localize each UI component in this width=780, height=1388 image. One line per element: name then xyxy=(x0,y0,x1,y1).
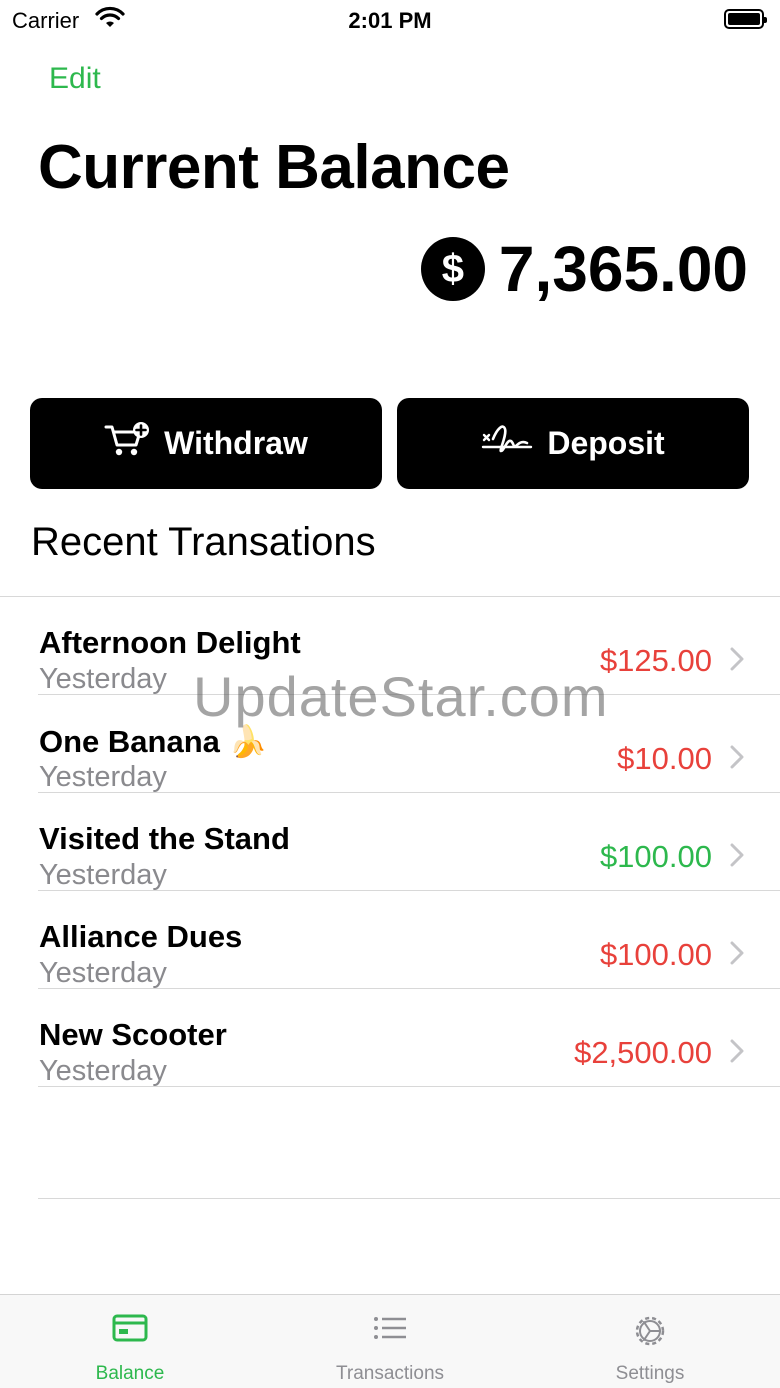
transaction-date: Yesterday xyxy=(39,663,167,695)
transaction-name: New Scooter xyxy=(39,1017,227,1052)
battery-icon xyxy=(724,9,767,29)
gear-icon xyxy=(632,1313,668,1354)
transaction-name: Visited the Stand xyxy=(39,821,290,856)
tab-bar: Balance Transactions Settings xyxy=(0,1294,780,1388)
transaction-date: Yesterday xyxy=(39,761,167,793)
chevron-right-icon xyxy=(730,1039,744,1068)
withdraw-button[interactable]: Withdraw xyxy=(30,398,382,489)
section-title: Recent Transations xyxy=(31,520,376,564)
table-row[interactable]: Alliance Dues Yesterday $100.00 xyxy=(38,891,780,989)
balance-display: $ 7,365.00 xyxy=(420,232,748,306)
tab-label: Balance xyxy=(95,1363,165,1384)
cart-plus-icon xyxy=(104,421,164,467)
status-time: 2:01 PM xyxy=(348,8,432,33)
withdraw-label: Withdraw xyxy=(164,425,308,461)
tab-transactions[interactable]: Transactions xyxy=(260,1295,520,1388)
deposit-label: Deposit xyxy=(547,425,665,461)
transaction-amount: $125.00 xyxy=(599,643,712,678)
tab-settings[interactable]: Settings xyxy=(520,1295,780,1388)
dollar-circle-icon: $ xyxy=(420,237,485,301)
transaction-date: Yesterday xyxy=(39,957,167,989)
table-row[interactable]: New Scooter Yesterday $2,500.00 xyxy=(38,989,780,1087)
transaction-amount: $100.00 xyxy=(599,937,712,972)
tab-label: Settings xyxy=(615,1363,685,1384)
chevron-right-icon xyxy=(730,745,744,774)
status-bar: Carrier 2:01 PM xyxy=(0,0,780,40)
transaction-date: Yesterday xyxy=(39,1055,167,1087)
transaction-name: Afternoon Delight xyxy=(39,625,301,660)
transaction-date: Yesterday xyxy=(39,859,167,891)
chevron-right-icon xyxy=(730,941,744,970)
edit-button[interactable]: Edit xyxy=(49,62,101,96)
chevron-right-icon xyxy=(730,843,744,872)
tab-balance[interactable]: Balance xyxy=(0,1295,260,1388)
transaction-amount: $100.00 xyxy=(599,839,712,874)
empty-row-divider xyxy=(38,1198,780,1199)
tab-label: Transactions xyxy=(335,1363,445,1384)
signature-icon xyxy=(481,421,547,467)
deposit-button[interactable]: Deposit xyxy=(397,398,749,489)
chevron-right-icon xyxy=(730,647,744,676)
card-icon xyxy=(112,1313,148,1348)
watermark: UpdateStar.com xyxy=(193,665,609,728)
transaction-amount: $10.00 xyxy=(617,741,712,776)
list-icon xyxy=(372,1313,408,1348)
page-title: Current Balance xyxy=(38,133,510,202)
balance-amount: 7,365.00 xyxy=(498,233,748,305)
transaction-amount: $2,500.00 xyxy=(574,1035,712,1070)
table-row[interactable]: Visited the Stand Yesterday $100.00 xyxy=(38,793,780,891)
transaction-name: Alliance Dues xyxy=(39,919,243,954)
